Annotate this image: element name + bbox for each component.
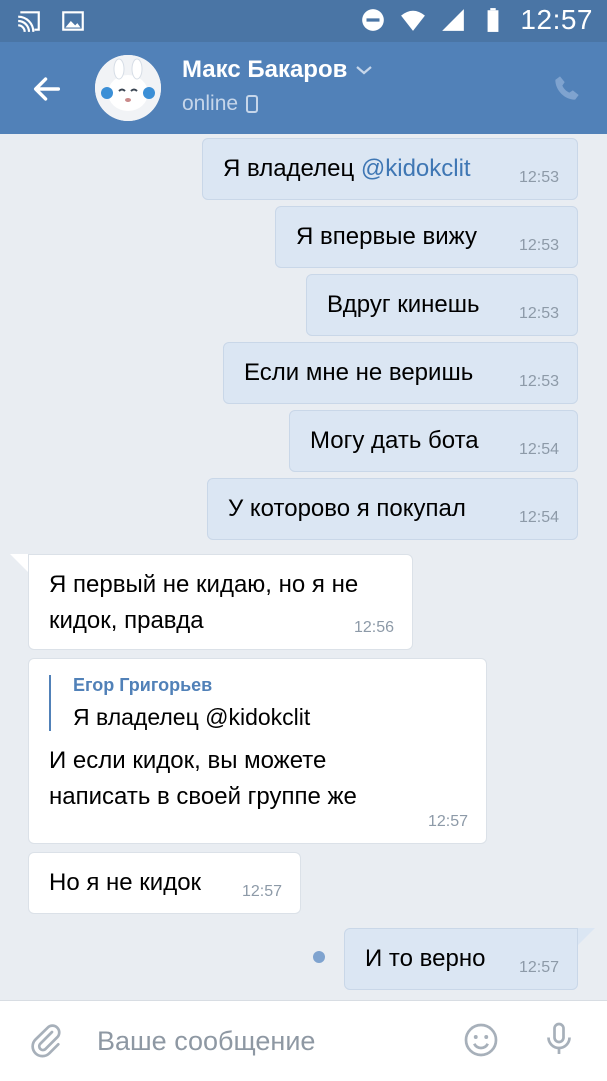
message-text: Если мне не веришь xyxy=(244,359,474,386)
message-text: У которово я покупал xyxy=(228,495,466,522)
message-text: Вдруг кинешь xyxy=(327,291,480,318)
message-bubble-incoming[interactable]: Но я не кидок 12:57 xyxy=(28,852,301,914)
message-text: Но я не кидок xyxy=(49,869,202,896)
contact-name-text: Макс Бакаров xyxy=(182,56,348,83)
reply-quote[interactable]: Егор Григорьев Я владелец @kidokclit xyxy=(49,675,310,731)
chat-header: Макс Бакаров online xyxy=(0,42,607,134)
message-text: Я первый не кидаю, но я не кидок, правда xyxy=(49,571,359,634)
contact-name[interactable]: Макс Бакаров xyxy=(182,56,373,84)
message-time: 12:53 xyxy=(518,237,559,254)
message-time: 12:57 xyxy=(241,883,282,900)
message-time: 12:53 xyxy=(518,169,559,186)
status-bar-time: 12:57 xyxy=(520,4,593,35)
paperclip-icon[interactable] xyxy=(28,1023,64,1059)
phone-call-icon[interactable] xyxy=(553,74,581,102)
avatar[interactable] xyxy=(95,55,161,121)
message-text: Я владелец @kidokclit xyxy=(223,155,471,182)
message-bubble-outgoing[interactable]: У которово я покупал 12:54 xyxy=(207,478,578,540)
mobile-device-icon xyxy=(246,95,259,113)
dnd-icon xyxy=(362,9,385,31)
message-bubble-outgoing[interactable]: Я впервые вижу 12:53 xyxy=(275,206,578,268)
message-bubble-outgoing[interactable]: Могу дать бота 12:54 xyxy=(289,410,578,472)
unread-indicator xyxy=(313,951,325,963)
message-composer: Ваше сообщение xyxy=(0,1000,607,1081)
message-bubble-incoming[interactable]: Егор Григорьев Я владелец @kidokclit И е… xyxy=(28,658,487,844)
message-input[interactable]: Ваше сообщение xyxy=(97,1026,315,1057)
message-time: 12:54 xyxy=(518,509,559,526)
wifi-icon xyxy=(401,10,426,31)
message-time: 12:57 xyxy=(427,813,468,830)
back-arrow-icon[interactable] xyxy=(30,72,64,106)
message-time: 12:56 xyxy=(353,619,394,636)
message-time: 12:53 xyxy=(518,305,559,322)
message-time: 12:57 xyxy=(518,959,559,976)
signal-icon xyxy=(442,9,465,31)
status-bar: 12:57 xyxy=(0,0,607,42)
message-text: И если кидок, вы можете написать в своей… xyxy=(49,747,357,810)
message-bubble-outgoing[interactable]: Вдруг кинешь 12:53 xyxy=(306,274,578,336)
image-notification-icon xyxy=(62,11,84,31)
mention-link[interactable]: @kidokclit xyxy=(361,155,471,182)
message-list[interactable]: Я владелец @kidokclit 12:53 Я впервые ви… xyxy=(0,134,607,1000)
message-bubble-outgoing[interactable]: Я владелец @kidokclit 12:53 xyxy=(202,138,578,200)
battery-icon xyxy=(488,8,499,32)
cast-icon xyxy=(18,11,40,32)
message-bubble-incoming[interactable]: Я первый не кидаю, но я не кидок, правда… xyxy=(28,554,413,650)
microphone-icon[interactable] xyxy=(541,1021,577,1057)
message-bubble-outgoing[interactable]: Если мне не веришь 12:53 xyxy=(223,342,578,404)
message-text: И то верно xyxy=(365,945,486,972)
message-time: 12:54 xyxy=(518,441,559,458)
quote-text: Я владелец @kidokclit xyxy=(73,704,311,730)
bubble-tail xyxy=(577,928,595,946)
contact-status: online xyxy=(182,92,259,116)
chevron-down-icon xyxy=(356,66,373,75)
message-time: 12:53 xyxy=(518,373,559,390)
emoji-icon[interactable] xyxy=(463,1022,499,1058)
message-text: Могу дать бота xyxy=(310,427,479,454)
bubble-tail xyxy=(10,554,28,572)
online-status-text: online xyxy=(182,92,239,115)
message-bubble-outgoing[interactable]: И то верно 12:57 xyxy=(344,928,578,990)
quote-author: Егор Григорьев xyxy=(73,675,213,695)
message-text: Я впервые вижу xyxy=(296,223,477,250)
